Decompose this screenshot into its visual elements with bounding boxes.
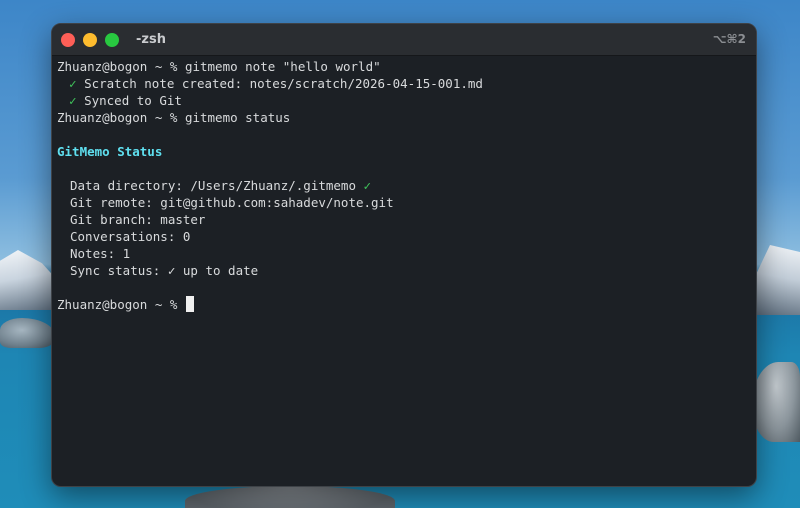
- status-heading: GitMemo Status: [57, 144, 163, 159]
- status-text: Data directory: /Users/Zhuanz/.gitmemo: [70, 178, 356, 193]
- wallpaper-rock-left: [0, 318, 55, 348]
- command-line-1: Zhuanz@bogon ~ % gitmemo note "hello wor…: [57, 58, 751, 75]
- wallpaper-rock-bottom: [185, 486, 395, 508]
- window-title: -zsh: [136, 32, 166, 47]
- output-line: ✓ Scratch note created: notes/scratch/20…: [57, 75, 751, 92]
- status-line-git-branch: Git branch: master: [70, 212, 206, 227]
- prompt: Zhuanz@bogon ~ %: [57, 110, 178, 125]
- command-line-2: Zhuanz@bogon ~ % gitmemo status: [57, 109, 751, 126]
- command-text: gitmemo note "hello world": [184, 59, 381, 74]
- status-line-notes: Notes: 1: [70, 246, 131, 261]
- window-shortcut: ⌥⌘2: [712, 32, 746, 46]
- output-text: Synced to Git: [84, 93, 182, 108]
- check-icon: ✓: [69, 93, 77, 108]
- terminal-output[interactable]: Zhuanz@bogon ~ % gitmemo note "hello wor…: [57, 58, 751, 481]
- status-line-git-remote: Git remote: git@github.com:sahadev/note.…: [70, 195, 394, 210]
- wallpaper-rock-right: [752, 362, 800, 442]
- prompt: Zhuanz@bogon ~ %: [57, 297, 178, 312]
- check-icon: ✓: [363, 178, 372, 193]
- current-prompt-line[interactable]: Zhuanz@bogon ~ %: [57, 296, 751, 313]
- status-line-sync-status: Sync status: ✓ up to date: [70, 263, 259, 278]
- wallpaper-mountain-right: [750, 245, 800, 315]
- close-button[interactable]: [61, 33, 75, 47]
- minimize-button[interactable]: [83, 33, 97, 47]
- output-text: Scratch note created: notes/scratch/2026…: [84, 76, 483, 91]
- zoom-button[interactable]: [105, 33, 119, 47]
- status-line-data-directory: Data directory: /Users/Zhuanz/.gitmemo ✓: [57, 177, 751, 194]
- output-line: ✓ Synced to Git: [57, 92, 751, 109]
- text-cursor: [185, 296, 194, 312]
- title-bar[interactable]: -zsh ⌥⌘2: [52, 24, 756, 56]
- terminal-window[interactable]: -zsh ⌥⌘2 Zhuanz@bogon ~ % gitmemo note "…: [51, 23, 757, 487]
- check-icon: ✓: [69, 76, 77, 91]
- status-line-conversations: Conversations: 0: [70, 229, 191, 244]
- command-text: gitmemo status: [184, 110, 291, 125]
- prompt: Zhuanz@bogon ~ %: [57, 59, 178, 74]
